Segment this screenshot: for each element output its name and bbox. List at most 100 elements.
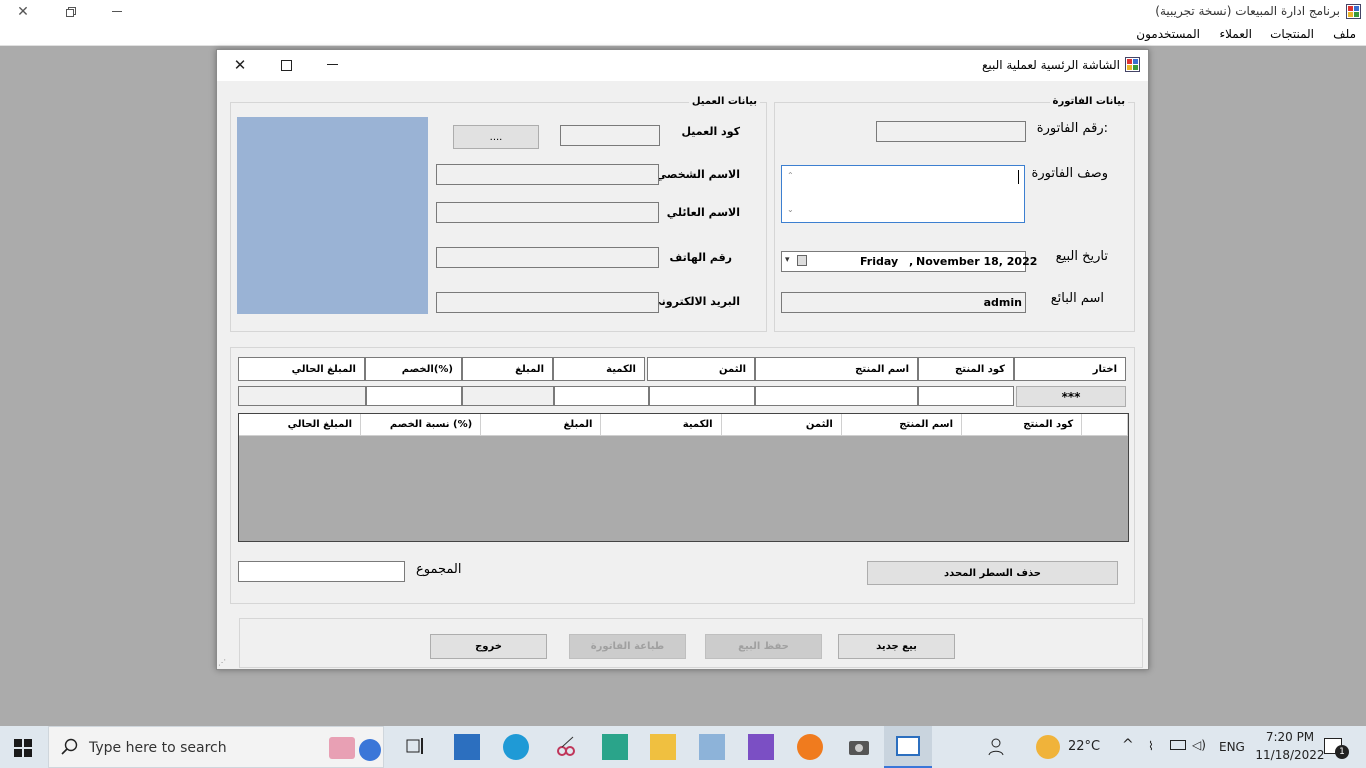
battery-icon[interactable] xyxy=(1170,740,1186,750)
phone-label: رقم الهاتف xyxy=(669,251,732,264)
total-label: المجموع xyxy=(416,562,462,577)
snipping-tool-icon[interactable] xyxy=(553,734,579,760)
seller-field[interactable]: admin xyxy=(781,292,1026,313)
visual-studio-icon[interactable] xyxy=(748,734,774,760)
exit-button[interactable]: خروج xyxy=(430,634,547,659)
app-title-bar: ✕ برنامج ادارة المبيعات (نسخة تجريبية) xyxy=(0,0,1366,24)
scrollbar[interactable]: ⌃ ⌄ xyxy=(783,167,800,221)
product-name-input[interactable] xyxy=(755,386,918,406)
client-group: بيانات العميل كود العميل .... الاسم الشخ… xyxy=(230,96,767,332)
grid-col-current-amount[interactable]: المبلغ الحالي xyxy=(238,414,362,436)
phone-field[interactable] xyxy=(436,247,659,268)
windows-start-icon[interactable] xyxy=(14,739,32,757)
email-label: البريد الالكتروني xyxy=(650,295,740,308)
notepad-icon[interactable] xyxy=(699,734,725,760)
last-name-field[interactable] xyxy=(436,202,659,223)
grid-col-product-name[interactable]: اسم المنتج xyxy=(841,414,963,436)
volume-icon[interactable]: ◁) xyxy=(1192,738,1206,752)
notification-icon[interactable]: 1 xyxy=(1324,738,1349,759)
dialog-title: الشاشة الرئسية لعملية البيع xyxy=(981,58,1120,72)
app-tool-icon[interactable] xyxy=(602,734,628,760)
browse-client-button[interactable]: .... xyxy=(453,125,539,149)
sale-dialog: ✕ الشاشة الرئسية لعملية البيع بيانات الف… xyxy=(216,49,1149,670)
soccer-ball-icon xyxy=(359,739,381,761)
discount-input[interactable] xyxy=(366,386,462,406)
delete-row-button[interactable]: حذف السطر المحدد xyxy=(867,561,1118,585)
close-icon[interactable]: ✕ xyxy=(0,0,46,24)
restore-icon[interactable] xyxy=(48,0,94,24)
active-app-icon xyxy=(896,736,920,756)
file-explorer-icon[interactable] xyxy=(650,734,676,760)
grid-col-product-code[interactable]: كود المنتج xyxy=(962,414,1083,436)
header-choose: اختار xyxy=(1014,357,1126,381)
grid-col-discount-rate[interactable]: نسبة الخصم (%) xyxy=(361,414,482,436)
invoice-desc-textarea[interactable]: ⌃ ⌄ xyxy=(781,165,1025,223)
choose-product-button[interactable]: *** xyxy=(1016,386,1126,407)
dropdown-arrow-icon[interactable]: ▾ xyxy=(785,255,790,265)
client-code-field[interactable] xyxy=(560,125,660,146)
price-input[interactable] xyxy=(649,386,755,406)
menu-file[interactable]: ملف xyxy=(1333,27,1356,41)
notification-count: 1 xyxy=(1335,745,1349,759)
scroll-up-icon[interactable]: ⌃ xyxy=(787,171,794,180)
header-product-code: كود المنتج xyxy=(918,357,1014,381)
header-current-amount: المبلغ الحالي xyxy=(238,357,365,381)
people-icon[interactable] xyxy=(986,734,1012,760)
minimize-icon[interactable] xyxy=(94,0,140,24)
menu-clients[interactable]: العملاء xyxy=(1219,27,1252,41)
last-name-label: الاسم العائلي xyxy=(666,206,740,219)
tray-expand-icon[interactable]: ^ xyxy=(1122,737,1134,753)
product-code-input[interactable] xyxy=(918,386,1014,406)
taskbar: Type here to search 22°C ^ ⌇ ◁) ENG 7:20… xyxy=(0,726,1366,768)
weather-icon[interactable] xyxy=(1036,735,1060,759)
scroll-down-icon[interactable]: ⌄ xyxy=(787,205,794,214)
header-amount: المبلغ xyxy=(462,357,553,381)
menu-users[interactable]: المستخدمون xyxy=(1136,27,1200,41)
app-title: برنامج ادارة المبيعات (نسخة تجريبية) xyxy=(1155,4,1340,18)
task-view-icon[interactable] xyxy=(404,734,430,760)
print-invoice-button[interactable]: طباعة الفاتورة xyxy=(569,634,686,659)
sale-date-picker[interactable]: ▾ Friday , November 18, 2022 xyxy=(781,251,1037,272)
invoice-group-title: بيانات الفاتورة xyxy=(1049,96,1128,107)
active-app-tab[interactable] xyxy=(884,726,932,768)
photos-icon[interactable] xyxy=(454,734,480,760)
dialog-close-icon[interactable]: ✕ xyxy=(217,50,263,80)
clock-time[interactable]: 7:20 PM xyxy=(1260,730,1320,744)
app-icon xyxy=(1346,4,1361,19)
quantity-input[interactable] xyxy=(554,386,649,406)
language-indicator[interactable]: ENG xyxy=(1219,740,1245,754)
amount-input[interactable] xyxy=(462,386,554,406)
grid-col-quantity[interactable]: الكمية xyxy=(601,414,722,436)
invoice-desc-label: وصف الفاتورة xyxy=(1031,166,1108,181)
header-price: الثمن xyxy=(647,357,755,381)
first-name-field[interactable] xyxy=(436,164,659,185)
search-highlight-icon xyxy=(329,737,355,759)
client-group-title: بيانات العميل xyxy=(688,96,760,107)
invoice-number-field[interactable] xyxy=(876,121,1026,142)
weather-temp[interactable]: 22°C xyxy=(1068,739,1100,754)
resize-grip-icon[interactable]: ⋰ xyxy=(218,658,226,667)
date-day: Friday xyxy=(860,255,899,268)
new-sale-button[interactable]: بيع جديد xyxy=(838,634,955,659)
camera-icon[interactable] xyxy=(846,734,872,760)
network-icon[interactable]: ⌇ xyxy=(1148,739,1154,753)
calendar-icon[interactable] xyxy=(797,255,807,266)
grid-col-amount[interactable]: المبلغ xyxy=(481,414,602,436)
current-amount-input[interactable] xyxy=(238,386,366,406)
clock-date[interactable]: 11/18/2022 xyxy=(1250,748,1330,762)
date-value: November 18, 2022 xyxy=(916,255,1038,268)
dialog-minimize-icon[interactable] xyxy=(309,50,355,80)
firefox-icon[interactable] xyxy=(797,734,823,760)
dialog-maximize-icon[interactable] xyxy=(263,50,309,80)
taskbar-search-box[interactable]: Type here to search xyxy=(48,726,384,768)
total-field[interactable] xyxy=(238,561,405,582)
menu-products[interactable]: المنتجات xyxy=(1270,27,1314,41)
grid-header-row: كود المنتج اسم المنتج الثمن الكمية المبل… xyxy=(238,414,1128,436)
order-lines-grid[interactable]: كود المنتج اسم المنتج الثمن الكمية المبل… xyxy=(238,413,1129,542)
edge-icon[interactable] xyxy=(503,734,529,760)
search-icon xyxy=(61,738,79,756)
grid-col-price[interactable]: الثمن xyxy=(721,414,842,436)
seller-value: admin xyxy=(983,296,1022,309)
email-field[interactable] xyxy=(436,292,659,313)
save-sale-button[interactable]: حفظ البيع xyxy=(705,634,822,659)
